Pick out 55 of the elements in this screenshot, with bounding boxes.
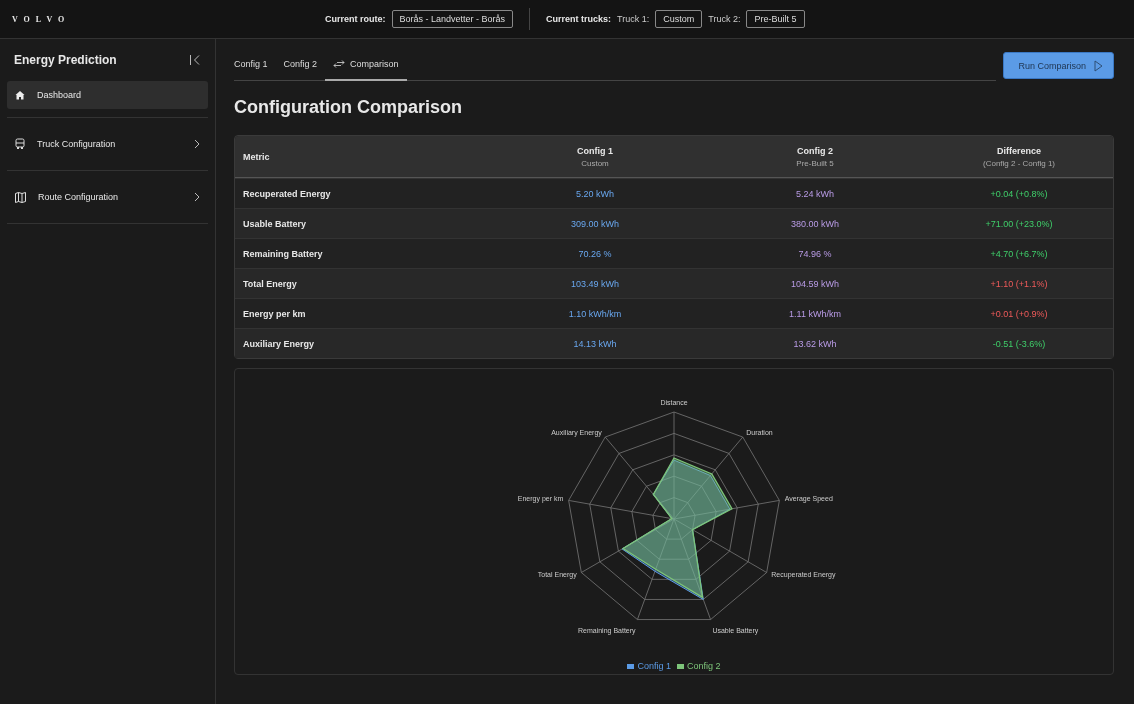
tab[interactable]: Comparison (325, 52, 407, 81)
tab[interactable]: Config 1 (234, 52, 276, 81)
sidebar-item[interactable]: Dashboard (7, 81, 208, 109)
run-comparison-button[interactable]: Run Comparison (1003, 52, 1114, 79)
route-label: Current route: (325, 14, 386, 24)
table-cell: 5.20 kWh (576, 188, 614, 199)
truck-chip: Pre-Built 5 (746, 10, 805, 28)
sidebar-item[interactable]: Truck Configuration (7, 126, 208, 162)
home-icon (15, 90, 25, 100)
column-subheader: Custom (581, 158, 609, 168)
truck-icon (15, 138, 25, 150)
table-cell: +0.04 (+0.8%) (990, 188, 1048, 199)
logo: VOLVO (12, 14, 71, 24)
route-chip: Borås - Landvetter - Borås (391, 10, 514, 28)
column-header: Metric (243, 151, 270, 162)
legend-label[interactable]: Config 2 (687, 661, 721, 671)
tab[interactable]: Config 2 (275, 52, 326, 81)
column-subheader: Pre-Built 5 (796, 158, 834, 168)
legend-label[interactable]: Config 1 (637, 661, 671, 671)
column-header: Difference (997, 145, 1041, 156)
table-cell: 309.00 kWh (571, 218, 619, 229)
table-cell: 380.00 kWh (791, 218, 839, 229)
table-cell: 13.62 kWh (793, 338, 837, 349)
table-cell: Auxiliary Energy (243, 338, 315, 349)
truck-label: Truck 1: (617, 14, 650, 24)
table-cell: 1.11 kWh/km (789, 308, 841, 319)
table-cell: 104.59 kWh (791, 278, 839, 289)
table-cell: +1.10 (+1.1%) (990, 278, 1048, 289)
table-cell: 5.24 kWh (796, 188, 834, 199)
sidebar-title: Energy Prediction (14, 53, 117, 67)
table-cell: +4.70 (+6.7%) (990, 248, 1048, 259)
map-icon (15, 191, 26, 203)
table-cell: Usable Battery (243, 218, 307, 229)
table-cell: 14.13 kWh (573, 338, 617, 349)
table-cell: 1.10 kWh/km (568, 308, 622, 319)
column-header: Config 1 (577, 145, 613, 156)
table-cell: -0.51 (-3.6%) (992, 338, 1046, 349)
table-cell: Energy per km (243, 308, 306, 319)
collapse-icon[interactable] (189, 54, 201, 66)
play-icon (1094, 59, 1103, 72)
trucks-label: Current trucks: (546, 14, 612, 24)
table-cell: Total Energy (243, 278, 297, 289)
table-cell: 70.26 % (578, 248, 612, 259)
column-subheader: (Config 2 - Config 1) (983, 158, 1055, 168)
table-cell: Remaining Battery (243, 248, 323, 259)
table-cell: 74.96 % (798, 248, 832, 259)
page-title: Configuration Comparison (234, 97, 463, 118)
table-cell: +71.00 (+23.0%) (985, 218, 1053, 229)
truck-label: Truck 2: (708, 14, 741, 24)
table-cell: +0.01 (+0.9%) (990, 308, 1048, 319)
table-cell: 103.49 kWh (571, 278, 619, 289)
table-cell: Recuperated Energy (243, 188, 331, 199)
sidebar-item[interactable]: Route Configuration (7, 179, 208, 215)
truck-chip: Custom (655, 10, 703, 28)
column-header: Config 2 (797, 145, 833, 156)
